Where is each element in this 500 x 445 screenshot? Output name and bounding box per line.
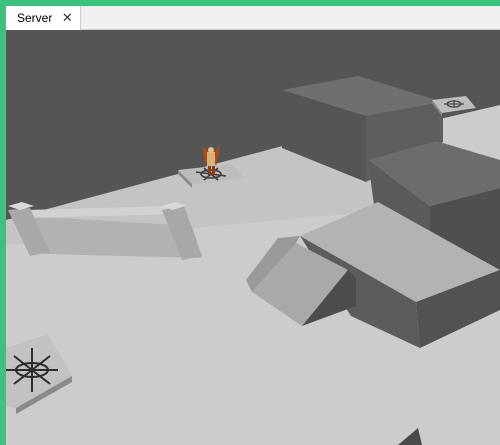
tab-bar: Server ✕: [6, 6, 500, 30]
studio-window: Server ✕: [0, 0, 500, 445]
close-icon[interactable]: ✕: [62, 11, 73, 24]
scene-canvas: [6, 30, 500, 445]
tab-label: Server: [17, 11, 53, 25]
tab-server[interactable]: Server ✕: [6, 6, 81, 30]
game-viewport[interactable]: [6, 30, 500, 445]
